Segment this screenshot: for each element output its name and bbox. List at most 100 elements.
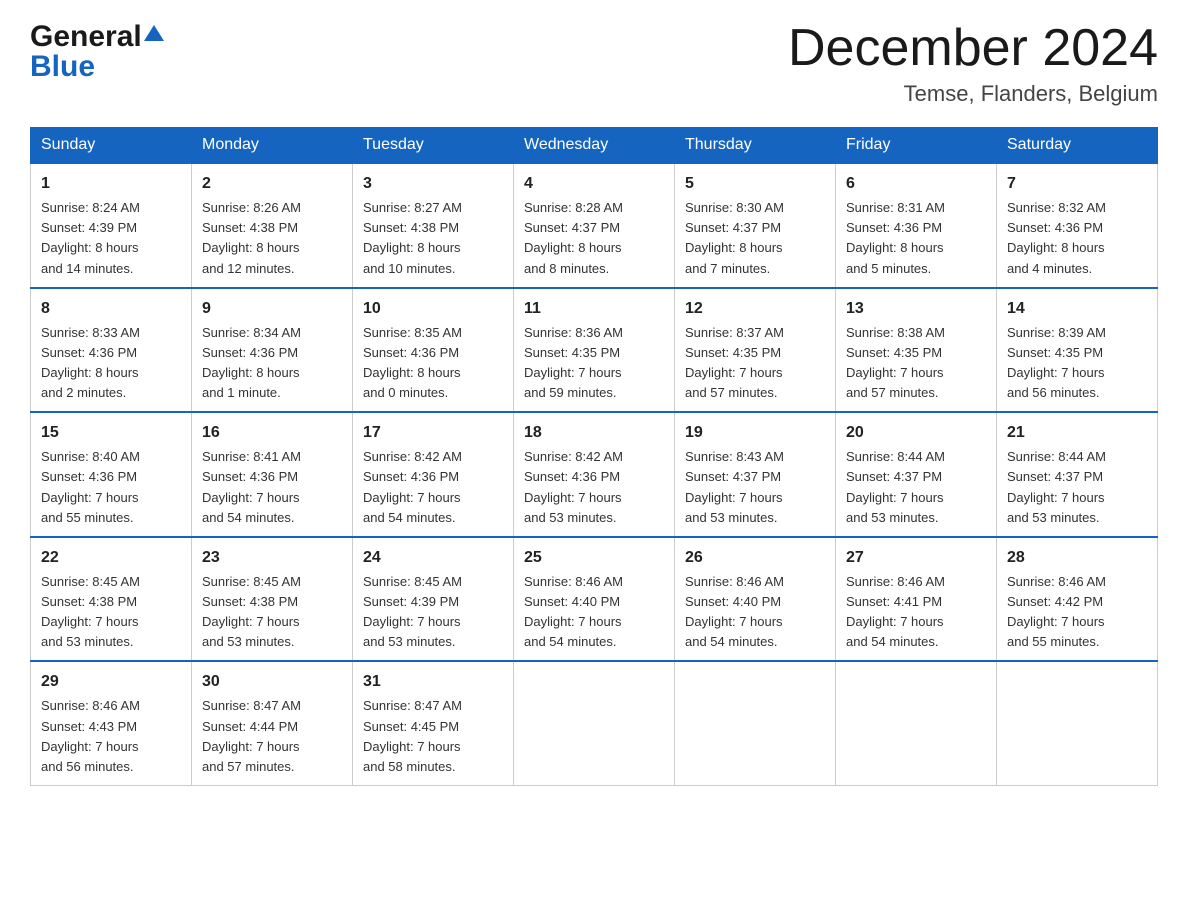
month-title: December 2024 xyxy=(788,20,1158,77)
calendar-cell: 14Sunrise: 8:39 AM Sunset: 4:35 PM Dayli… xyxy=(997,288,1158,413)
day-number: 5 xyxy=(685,172,825,196)
day-info: Sunrise: 8:44 AM Sunset: 4:37 PM Dayligh… xyxy=(846,447,986,528)
calendar-cell: 23Sunrise: 8:45 AM Sunset: 4:38 PM Dayli… xyxy=(192,537,353,662)
day-info: Sunrise: 8:42 AM Sunset: 4:36 PM Dayligh… xyxy=(524,447,664,528)
logo-general-text: General xyxy=(30,20,142,54)
calendar-cell: 27Sunrise: 8:46 AM Sunset: 4:41 PM Dayli… xyxy=(836,537,997,662)
day-info: Sunrise: 8:44 AM Sunset: 4:37 PM Dayligh… xyxy=(1007,447,1147,528)
calendar-cell: 30Sunrise: 8:47 AM Sunset: 4:44 PM Dayli… xyxy=(192,661,353,785)
logo: General Blue xyxy=(30,20,164,84)
day-number: 8 xyxy=(41,297,181,321)
calendar-cell: 29Sunrise: 8:46 AM Sunset: 4:43 PM Dayli… xyxy=(31,661,192,785)
day-number: 10 xyxy=(363,297,503,321)
day-number: 20 xyxy=(846,421,986,445)
day-number: 17 xyxy=(363,421,503,445)
week-row-1: 1Sunrise: 8:24 AM Sunset: 4:39 PM Daylig… xyxy=(31,163,1158,288)
calendar-cell: 19Sunrise: 8:43 AM Sunset: 4:37 PM Dayli… xyxy=(675,412,836,537)
day-number: 3 xyxy=(363,172,503,196)
day-info: Sunrise: 8:43 AM Sunset: 4:37 PM Dayligh… xyxy=(685,447,825,528)
calendar-cell: 10Sunrise: 8:35 AM Sunset: 4:36 PM Dayli… xyxy=(353,288,514,413)
day-info: Sunrise: 8:45 AM Sunset: 4:39 PM Dayligh… xyxy=(363,572,503,653)
day-number: 13 xyxy=(846,297,986,321)
calendar-cell: 5Sunrise: 8:30 AM Sunset: 4:37 PM Daylig… xyxy=(675,163,836,288)
calendar-cell: 28Sunrise: 8:46 AM Sunset: 4:42 PM Dayli… xyxy=(997,537,1158,662)
day-number: 18 xyxy=(524,421,664,445)
calendar-cell xyxy=(836,661,997,785)
location: Temse, Flanders, Belgium xyxy=(788,81,1158,107)
page-header: General Blue December 2024 Temse, Flande… xyxy=(30,20,1158,107)
logo-triangle-icon xyxy=(144,23,164,43)
day-number: 7 xyxy=(1007,172,1147,196)
calendar-cell: 7Sunrise: 8:32 AM Sunset: 4:36 PM Daylig… xyxy=(997,163,1158,288)
day-info: Sunrise: 8:31 AM Sunset: 4:36 PM Dayligh… xyxy=(846,198,986,279)
day-number: 9 xyxy=(202,297,342,321)
day-number: 6 xyxy=(846,172,986,196)
calendar-cell: 16Sunrise: 8:41 AM Sunset: 4:36 PM Dayli… xyxy=(192,412,353,537)
calendar-cell: 1Sunrise: 8:24 AM Sunset: 4:39 PM Daylig… xyxy=(31,163,192,288)
week-row-2: 8Sunrise: 8:33 AM Sunset: 4:36 PM Daylig… xyxy=(31,288,1158,413)
calendar-cell: 24Sunrise: 8:45 AM Sunset: 4:39 PM Dayli… xyxy=(353,537,514,662)
day-number: 29 xyxy=(41,670,181,694)
calendar-cell: 31Sunrise: 8:47 AM Sunset: 4:45 PM Dayli… xyxy=(353,661,514,785)
day-info: Sunrise: 8:35 AM Sunset: 4:36 PM Dayligh… xyxy=(363,323,503,404)
day-info: Sunrise: 8:47 AM Sunset: 4:45 PM Dayligh… xyxy=(363,696,503,777)
day-number: 15 xyxy=(41,421,181,445)
day-info: Sunrise: 8:46 AM Sunset: 4:40 PM Dayligh… xyxy=(524,572,664,653)
day-number: 14 xyxy=(1007,297,1147,321)
day-info: Sunrise: 8:33 AM Sunset: 4:36 PM Dayligh… xyxy=(41,323,181,404)
calendar-cell: 4Sunrise: 8:28 AM Sunset: 4:37 PM Daylig… xyxy=(514,163,675,288)
day-number: 2 xyxy=(202,172,342,196)
day-number: 26 xyxy=(685,546,825,570)
calendar-cell: 11Sunrise: 8:36 AM Sunset: 4:35 PM Dayli… xyxy=(514,288,675,413)
day-number: 23 xyxy=(202,546,342,570)
day-number: 24 xyxy=(363,546,503,570)
calendar-cell xyxy=(514,661,675,785)
day-number: 28 xyxy=(1007,546,1147,570)
calendar-cell: 26Sunrise: 8:46 AM Sunset: 4:40 PM Dayli… xyxy=(675,537,836,662)
day-info: Sunrise: 8:46 AM Sunset: 4:42 PM Dayligh… xyxy=(1007,572,1147,653)
day-number: 25 xyxy=(524,546,664,570)
title-section: December 2024 Temse, Flanders, Belgium xyxy=(788,20,1158,107)
day-info: Sunrise: 8:26 AM Sunset: 4:38 PM Dayligh… xyxy=(202,198,342,279)
day-info: Sunrise: 8:28 AM Sunset: 4:37 PM Dayligh… xyxy=(524,198,664,279)
day-info: Sunrise: 8:30 AM Sunset: 4:37 PM Dayligh… xyxy=(685,198,825,279)
day-info: Sunrise: 8:34 AM Sunset: 4:36 PM Dayligh… xyxy=(202,323,342,404)
day-info: Sunrise: 8:45 AM Sunset: 4:38 PM Dayligh… xyxy=(202,572,342,653)
weekday-header-monday: Monday xyxy=(192,128,353,164)
calendar-cell: 18Sunrise: 8:42 AM Sunset: 4:36 PM Dayli… xyxy=(514,412,675,537)
day-info: Sunrise: 8:46 AM Sunset: 4:40 PM Dayligh… xyxy=(685,572,825,653)
day-number: 16 xyxy=(202,421,342,445)
calendar-cell: 22Sunrise: 8:45 AM Sunset: 4:38 PM Dayli… xyxy=(31,537,192,662)
day-number: 11 xyxy=(524,297,664,321)
week-row-4: 22Sunrise: 8:45 AM Sunset: 4:38 PM Dayli… xyxy=(31,537,1158,662)
calendar-cell xyxy=(997,661,1158,785)
day-info: Sunrise: 8:27 AM Sunset: 4:38 PM Dayligh… xyxy=(363,198,503,279)
day-info: Sunrise: 8:45 AM Sunset: 4:38 PM Dayligh… xyxy=(41,572,181,653)
day-info: Sunrise: 8:37 AM Sunset: 4:35 PM Dayligh… xyxy=(685,323,825,404)
calendar-cell: 2Sunrise: 8:26 AM Sunset: 4:38 PM Daylig… xyxy=(192,163,353,288)
day-info: Sunrise: 8:40 AM Sunset: 4:36 PM Dayligh… xyxy=(41,447,181,528)
day-number: 27 xyxy=(846,546,986,570)
logo-blue-text: Blue xyxy=(30,50,95,84)
weekday-header-sunday: Sunday xyxy=(31,128,192,164)
day-number: 22 xyxy=(41,546,181,570)
calendar-cell: 15Sunrise: 8:40 AM Sunset: 4:36 PM Dayli… xyxy=(31,412,192,537)
day-info: Sunrise: 8:36 AM Sunset: 4:35 PM Dayligh… xyxy=(524,323,664,404)
calendar-table: SundayMondayTuesdayWednesdayThursdayFrid… xyxy=(30,127,1158,786)
day-info: Sunrise: 8:41 AM Sunset: 4:36 PM Dayligh… xyxy=(202,447,342,528)
day-info: Sunrise: 8:38 AM Sunset: 4:35 PM Dayligh… xyxy=(846,323,986,404)
day-number: 4 xyxy=(524,172,664,196)
day-info: Sunrise: 8:39 AM Sunset: 4:35 PM Dayligh… xyxy=(1007,323,1147,404)
calendar-cell: 13Sunrise: 8:38 AM Sunset: 4:35 PM Dayli… xyxy=(836,288,997,413)
calendar-cell: 25Sunrise: 8:46 AM Sunset: 4:40 PM Dayli… xyxy=(514,537,675,662)
day-number: 30 xyxy=(202,670,342,694)
day-number: 21 xyxy=(1007,421,1147,445)
week-row-3: 15Sunrise: 8:40 AM Sunset: 4:36 PM Dayli… xyxy=(31,412,1158,537)
calendar-cell: 6Sunrise: 8:31 AM Sunset: 4:36 PM Daylig… xyxy=(836,163,997,288)
calendar-cell: 17Sunrise: 8:42 AM Sunset: 4:36 PM Dayli… xyxy=(353,412,514,537)
calendar-cell: 21Sunrise: 8:44 AM Sunset: 4:37 PM Dayli… xyxy=(997,412,1158,537)
weekday-header-thursday: Thursday xyxy=(675,128,836,164)
day-number: 31 xyxy=(363,670,503,694)
calendar-cell: 12Sunrise: 8:37 AM Sunset: 4:35 PM Dayli… xyxy=(675,288,836,413)
day-number: 12 xyxy=(685,297,825,321)
